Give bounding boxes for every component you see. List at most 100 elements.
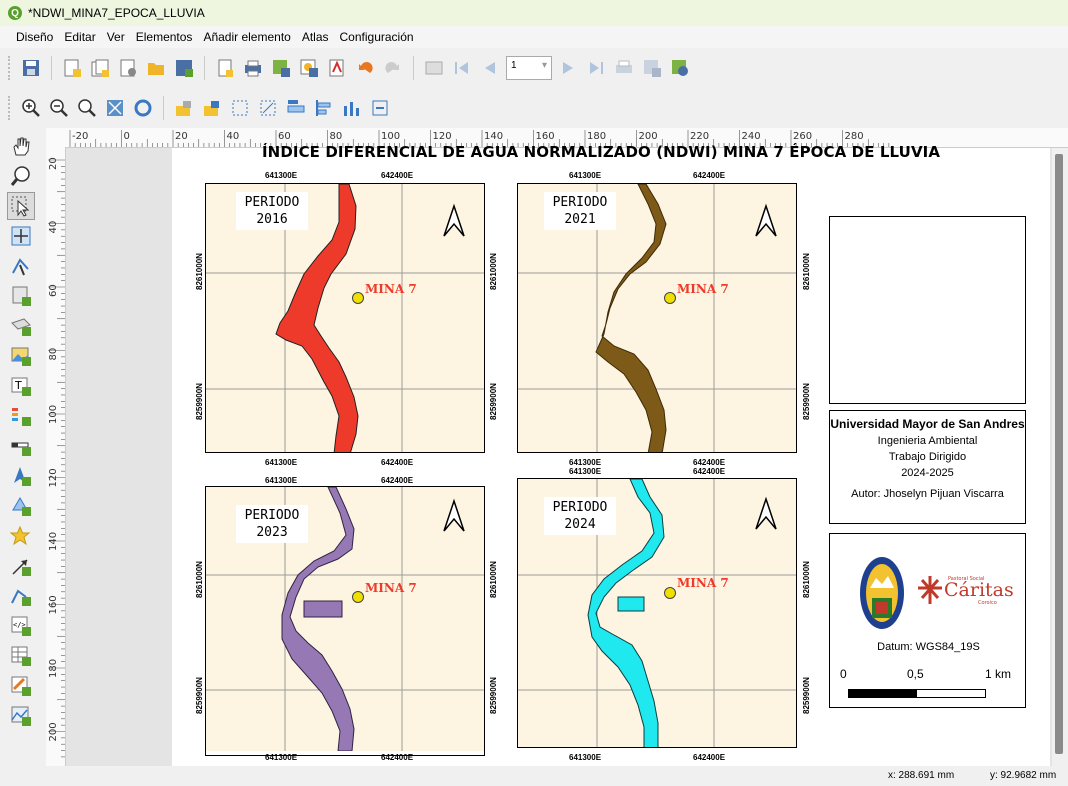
add-shape-icon[interactable] (7, 492, 35, 520)
add-scalebar-icon[interactable] (7, 432, 35, 460)
distribute-icon[interactable] (340, 96, 364, 120)
save-as-template-icon[interactable] (172, 56, 196, 80)
resize-icon[interactable] (368, 96, 392, 120)
menu-ver[interactable]: Ver (107, 30, 125, 44)
add-legend-icon[interactable] (7, 402, 35, 430)
duplicate-layout-icon[interactable] (88, 56, 112, 80)
menu-configuracion[interactable]: Configuración (340, 30, 414, 44)
raise-items-icon[interactable] (284, 96, 308, 120)
menu-anadir-elemento[interactable]: Añadir elemento (203, 30, 290, 44)
pan-hand-icon[interactable] (7, 132, 35, 160)
qgis-logo-icon: Q (8, 6, 22, 20)
add-fixed-table-icon[interactable] (7, 672, 35, 700)
program-name: Ingenieria Ambiental (877, 435, 978, 447)
layout-manager-icon[interactable] (116, 56, 140, 80)
add-marker-icon[interactable] (7, 522, 35, 550)
ruler-h-label: 100 (381, 131, 400, 142)
last-feature-icon[interactable] (584, 56, 608, 80)
previous-feature-icon[interactable] (478, 56, 502, 80)
export-svg-icon[interactable] (297, 56, 321, 80)
lock-items-icon[interactable] (172, 96, 196, 120)
umsa-seal-icon (860, 557, 904, 629)
map2-x-left-label: 641300E (569, 171, 602, 180)
select-tool-icon[interactable] (7, 192, 35, 220)
map-2024[interactable]: MINA 7 PERIODO 2024 (517, 478, 797, 748)
datum-label: Datum: WGS84_19S (877, 641, 980, 653)
export-atlas-icon[interactable] (640, 56, 664, 80)
menu-diseno[interactable]: Diseño (16, 30, 53, 44)
undo-icon[interactable] (353, 56, 377, 80)
add-elevation-profile-icon[interactable] (7, 702, 35, 730)
new-layout-icon[interactable] (60, 56, 84, 80)
zoom-full-icon[interactable] (103, 96, 127, 120)
empty-frame[interactable] (829, 216, 1026, 404)
map4-x-right-label: 642400E (693, 467, 726, 476)
map4-y-bottom-right-label: 8259900N (802, 677, 811, 714)
redo-icon[interactable] (381, 56, 405, 80)
menu-elementos[interactable]: Elementos (136, 30, 193, 44)
map1-x-left-label: 641300E (265, 171, 298, 180)
edit-nodes-icon[interactable] (7, 252, 35, 280)
print-atlas-icon[interactable] (612, 56, 636, 80)
align-left-icon[interactable] (312, 96, 336, 120)
zoom-actual-icon[interactable] (75, 96, 99, 120)
next-feature-icon[interactable] (556, 56, 580, 80)
map2-period-box: PERIODO 2021 (544, 192, 616, 230)
open-folder-icon[interactable] (144, 56, 168, 80)
ruler-v-label: 100 (48, 405, 59, 424)
map4-y-top-left-label: 8261000N (489, 561, 498, 598)
add-attribute-table-icon[interactable] (7, 642, 35, 670)
menu-bar: Diseño Editar Ver Elementos Añadir eleme… (0, 26, 1068, 48)
unlock-items-icon[interactable] (200, 96, 224, 120)
first-feature-icon[interactable] (450, 56, 474, 80)
cursor-y-readout: y: 92.9682 mm (990, 770, 1057, 781)
map3-y-bottom-label: 8259900N (195, 677, 204, 714)
ungroup-items-icon[interactable] (256, 96, 280, 120)
add-picture-icon[interactable] (7, 342, 35, 370)
map1-x-right-label: 642400E (381, 171, 414, 180)
new-page-icon[interactable] (213, 56, 237, 80)
map1-mine-label: MINA 7 (365, 282, 417, 296)
save-icon[interactable] (19, 56, 43, 80)
map-2023[interactable]: MINA 7 PERIODO 2023 (205, 486, 485, 756)
export-pdf-icon[interactable] (325, 56, 349, 80)
scrollbar-thumb[interactable] (1055, 154, 1063, 754)
atlas-preview-icon[interactable] (422, 56, 446, 80)
layout-title[interactable]: ÍNDICE DIFERENCIAL DE AGUA NORMALIZADO (… (262, 143, 962, 161)
map2-mine-marker (664, 292, 676, 304)
title-bar: Q *NDWI_MINA7_EPOCA_LLUVIA (0, 0, 1068, 26)
add-polyline-icon[interactable] (7, 582, 35, 610)
atlas-page-input[interactable]: 1 ▾ (506, 56, 552, 80)
group-items-icon[interactable] (228, 96, 252, 120)
add-north-arrow-icon[interactable] (7, 462, 35, 490)
add-label-icon[interactable]: T (7, 372, 35, 400)
zoom-out-icon[interactable] (47, 96, 71, 120)
toolbar-grip[interactable] (8, 96, 13, 120)
caritas-name-text: Cáritas (944, 579, 1014, 601)
refresh-icon[interactable] (131, 96, 155, 120)
export-image-icon[interactable] (269, 56, 293, 80)
zoom-in-icon[interactable] (19, 96, 43, 120)
ruler-h-label: 220 (690, 131, 709, 142)
vertical-scrollbar[interactable] (1052, 148, 1068, 766)
menu-atlas[interactable]: Atlas (302, 30, 329, 44)
print-icon[interactable] (241, 56, 265, 80)
toolbar-grip[interactable] (8, 56, 13, 80)
atlas-settings-icon[interactable] (668, 56, 692, 80)
ruler-v-label: 80 (48, 348, 59, 361)
info-box[interactable]: Universidad Mayor de San Andres Ingenier… (829, 410, 1026, 524)
map2-y-top-left-label: 8261000N (489, 253, 498, 290)
logos-box[interactable]: Pastoral Social Cáritas Coroico Datum: W… (829, 533, 1026, 708)
add-html-icon[interactable]: </> (7, 612, 35, 640)
ruler-v-label: 140 (48, 532, 59, 551)
ruler-h-label: 60 (278, 131, 291, 142)
add-arrow-icon[interactable] (7, 552, 35, 580)
add-map-icon[interactable] (7, 282, 35, 310)
ruler-v-label: 120 (48, 468, 59, 487)
menu-editar[interactable]: Editar (64, 30, 95, 44)
map-2016[interactable]: MINA 7 PERIODO 2016 (205, 183, 485, 453)
map-2021[interactable]: MINA 7 PERIODO 2021 (517, 183, 797, 453)
zoom-tool-icon[interactable] (7, 162, 35, 190)
move-content-icon[interactable] (7, 222, 35, 250)
add-3d-map-icon[interactable] (7, 312, 35, 340)
